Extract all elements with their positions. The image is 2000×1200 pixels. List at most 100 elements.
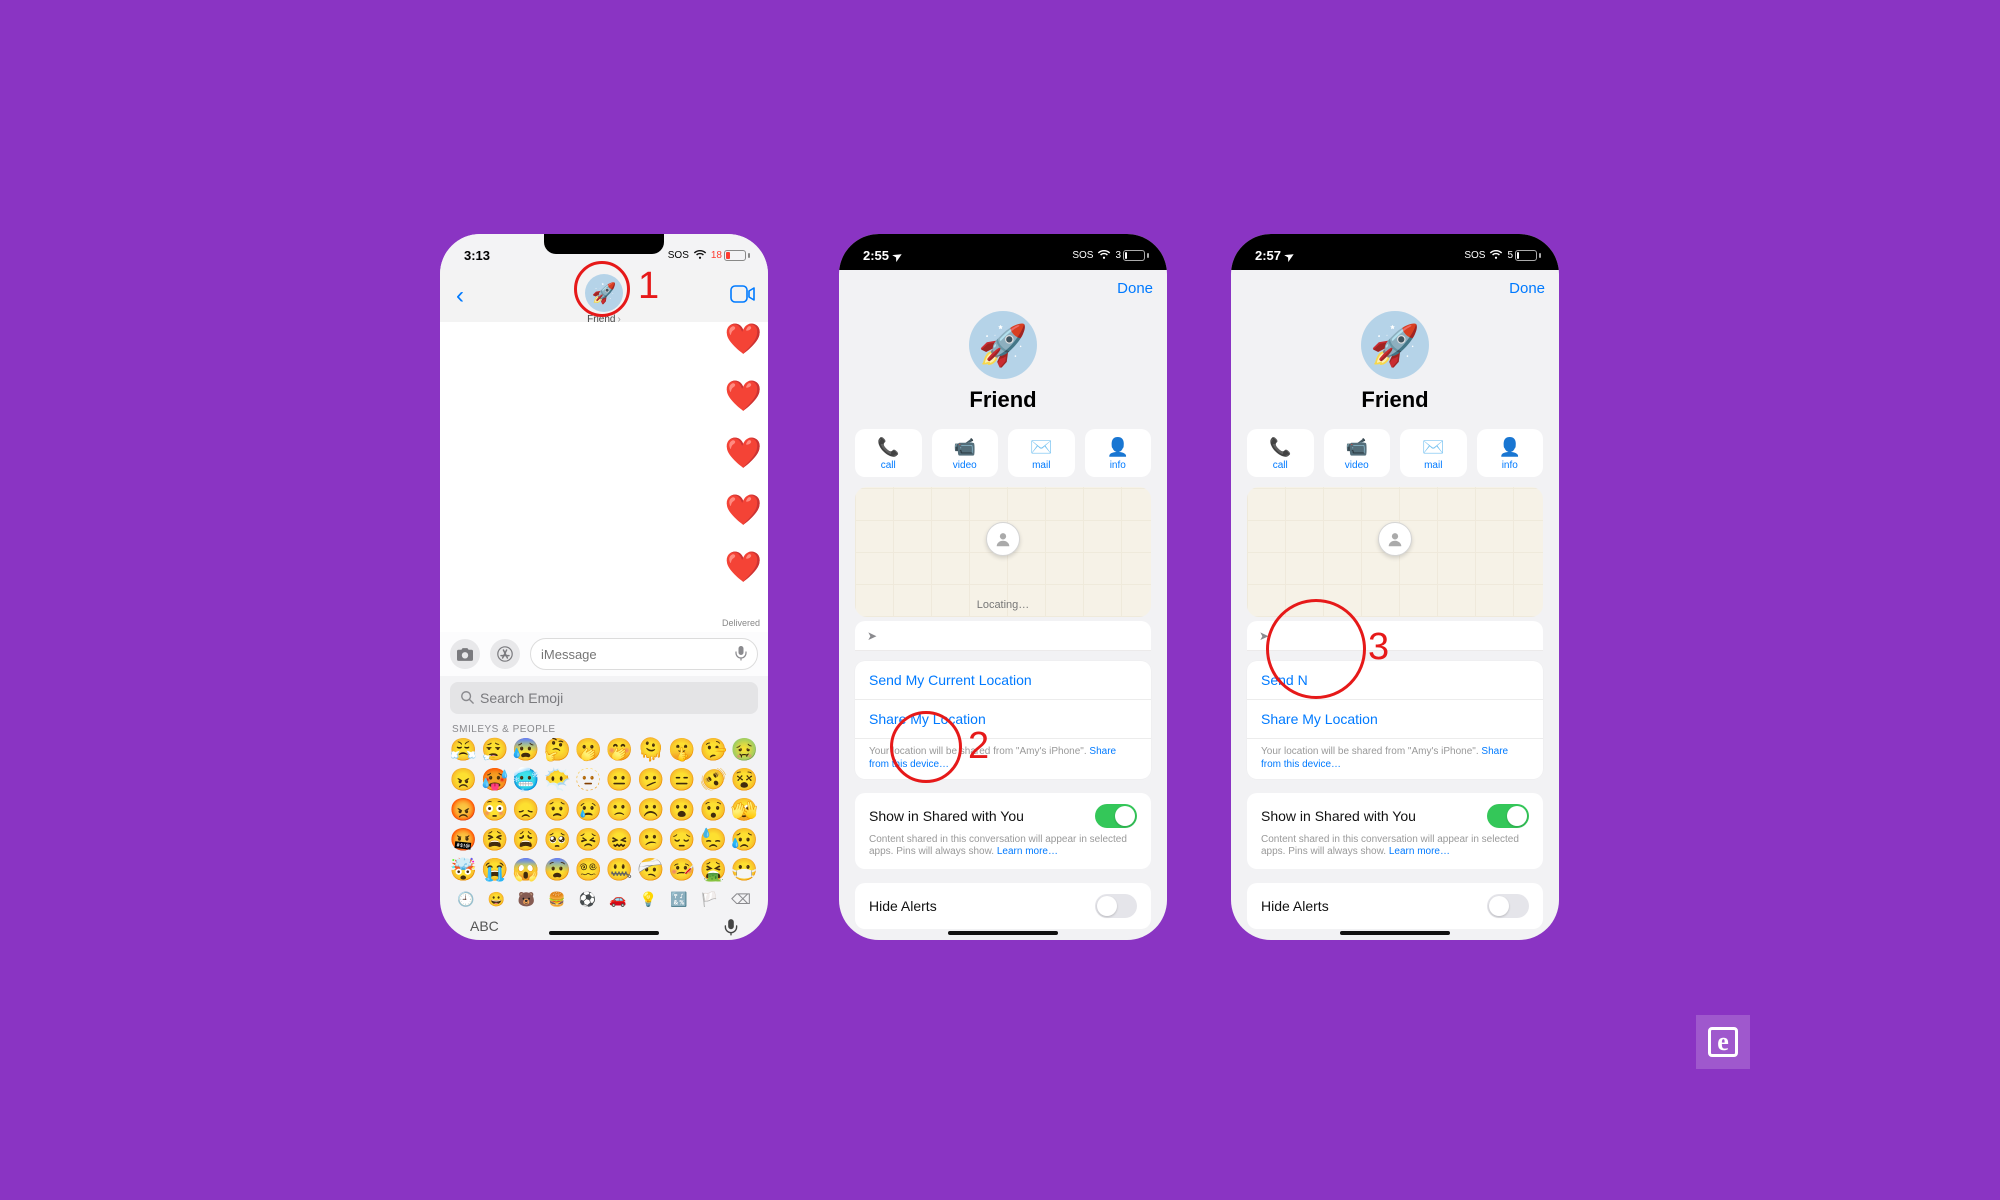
emoji-cell[interactable]: 🫣 xyxy=(729,797,760,823)
emoji-cell[interactable]: 😕 xyxy=(635,827,666,853)
emoji-search[interactable]: Search Emoji xyxy=(450,682,758,714)
emoji-cell[interactable]: 😣 xyxy=(573,827,604,853)
done-button[interactable]: Done xyxy=(1117,280,1153,297)
share-my-location-row[interactable]: Share My Location xyxy=(1247,700,1543,739)
travel-icon[interactable]: 🚗 xyxy=(609,891,626,908)
contact-avatar[interactable]: 🚀 xyxy=(1361,311,1429,379)
message-bubble[interactable]: ❤️ xyxy=(725,550,762,585)
show-shared-row[interactable]: Show in Shared with You Content shared i… xyxy=(855,793,1151,869)
emoji-cell[interactable]: 🫤 xyxy=(635,767,666,793)
message-bubble[interactable]: ❤️ xyxy=(725,493,762,528)
emoji-cell[interactable]: 🫨 xyxy=(698,767,729,793)
send-current-location-row[interactable]: Send N xyxy=(1247,661,1543,700)
emoji-cell[interactable]: 😯 xyxy=(698,797,729,823)
show-shared-row[interactable]: Show in Shared with You Content shared i… xyxy=(1247,793,1543,869)
emoji-cell[interactable]: 🤭 xyxy=(604,737,635,763)
app-store-icon[interactable] xyxy=(490,639,520,669)
message-thread[interactable]: ❤️ ❤️ ❤️ ❤️ ❤️ Delivered xyxy=(440,322,768,632)
info-button[interactable]: 👤info xyxy=(1477,429,1544,477)
activity-icon[interactable]: ⚽ xyxy=(579,891,596,908)
learn-more-link[interactable]: Learn more… xyxy=(997,846,1058,857)
location-map[interactable]: Locating… xyxy=(855,487,1151,617)
emoji-cell[interactable]: 😰 xyxy=(510,737,541,763)
emoji-cell[interactable]: 🤮 xyxy=(698,857,729,883)
emoji-cell[interactable]: 😓 xyxy=(698,827,729,853)
emoji-cell[interactable]: 🥵 xyxy=(479,767,510,793)
mail-button[interactable]: ✉️mail xyxy=(1400,429,1467,477)
emoji-cell[interactable]: 😑 xyxy=(666,767,697,793)
smileys-icon[interactable]: 😀 xyxy=(487,891,504,908)
food-icon[interactable]: 🍔 xyxy=(548,891,565,908)
emoji-cell[interactable]: 😟 xyxy=(542,797,573,823)
emoji-cell[interactable]: 🫢 xyxy=(573,737,604,763)
emoji-grid[interactable]: 😤😮‍💨😰🤔🫢🤭🫠🤫🤥🤢😠🥵🥶😶‍🌫️🫥😐🫤😑🫨😵😡😳😞😟😢🙁☹️😮😯🫣🤬😫😩🥺… xyxy=(440,737,768,883)
camera-icon[interactable] xyxy=(450,639,480,669)
video-button[interactable]: 📹video xyxy=(1324,429,1391,477)
emoji-cell[interactable]: 😷 xyxy=(729,857,760,883)
dictate-icon[interactable] xyxy=(735,645,747,664)
emoji-cell[interactable]: 😭 xyxy=(479,857,510,883)
emoji-cell[interactable]: 🙁 xyxy=(604,797,635,823)
emoji-cell[interactable]: 😨 xyxy=(542,857,573,883)
emoji-cell[interactable]: 😥 xyxy=(729,827,760,853)
show-shared-toggle[interactable] xyxy=(1095,804,1137,828)
home-indicator[interactable] xyxy=(549,931,659,935)
emoji-cell[interactable]: 😮 xyxy=(666,797,697,823)
emoji-cell[interactable]: 😔 xyxy=(666,827,697,853)
emoji-cell[interactable]: 😡 xyxy=(448,797,479,823)
back-button[interactable]: ‹ xyxy=(452,282,468,310)
emoji-cell[interactable]: 😩 xyxy=(510,827,541,853)
emoji-cell[interactable]: 🫥 xyxy=(573,767,604,793)
emoji-cell[interactable]: 😐 xyxy=(604,767,635,793)
hide-alerts-row[interactable]: Hide Alerts xyxy=(855,883,1151,929)
message-bubble[interactable]: ❤️ xyxy=(725,436,762,471)
emoji-cell[interactable]: 🤔 xyxy=(542,737,573,763)
animals-icon[interactable]: 🐻 xyxy=(518,891,535,908)
emoji-cell[interactable]: 🫠 xyxy=(635,737,666,763)
emoji-cell[interactable]: ☹️ xyxy=(635,797,666,823)
message-bubble[interactable]: ❤️ xyxy=(725,322,762,357)
contact-avatar[interactable]: 🚀 xyxy=(969,311,1037,379)
directions-row[interactable]: ➤ xyxy=(1247,621,1543,651)
emoji-cell[interactable]: 🤒 xyxy=(666,857,697,883)
recents-icon[interactable]: 🕘 xyxy=(457,891,474,908)
emoji-cell[interactable]: 😵 xyxy=(729,767,760,793)
hide-alerts-toggle[interactable] xyxy=(1487,894,1529,918)
emoji-cell[interactable]: 😳 xyxy=(479,797,510,823)
location-map[interactable]: Share for One Hour🕘 Share Until End of D… xyxy=(1247,487,1543,617)
emoji-cell[interactable]: 😖 xyxy=(604,827,635,853)
emoji-cell[interactable]: 🥶 xyxy=(510,767,541,793)
done-button[interactable]: Done xyxy=(1509,280,1545,297)
emoji-cell[interactable]: 😤 xyxy=(448,737,479,763)
emoji-cell[interactable]: 🥺 xyxy=(542,827,573,853)
call-button[interactable]: 📞call xyxy=(855,429,922,477)
hide-alerts-row[interactable]: Hide Alerts xyxy=(1247,883,1543,929)
keyboard-abc-button[interactable]: ABC xyxy=(470,918,499,940)
emoji-cell[interactable]: 🤬 xyxy=(448,827,479,853)
flags-icon[interactable]: 🏳️ xyxy=(701,891,718,908)
emoji-cell[interactable]: 😮‍💨 xyxy=(479,737,510,763)
info-button[interactable]: 👤info xyxy=(1085,429,1152,477)
home-indicator[interactable] xyxy=(1340,931,1450,935)
share-my-location-row[interactable]: Share My Location xyxy=(855,700,1151,739)
emoji-cell[interactable]: 😠 xyxy=(448,767,479,793)
contact-avatar[interactable]: 🚀 xyxy=(585,274,623,312)
emoji-cell[interactable]: 😶‍🌫️ xyxy=(542,767,573,793)
facetime-video-button[interactable] xyxy=(730,282,756,310)
show-shared-toggle[interactable] xyxy=(1487,804,1529,828)
delete-icon[interactable]: ⌫ xyxy=(731,891,751,908)
home-indicator[interactable] xyxy=(948,931,1058,935)
message-bubble[interactable]: ❤️ xyxy=(725,379,762,414)
message-input-field[interactable] xyxy=(541,647,735,662)
symbols-icon[interactable]: 🔣 xyxy=(670,891,687,908)
emoji-cell[interactable]: 🤢 xyxy=(729,737,760,763)
mail-button[interactable]: ✉️mail xyxy=(1008,429,1075,477)
emoji-cell[interactable]: 🤐 xyxy=(604,857,635,883)
emoji-cell[interactable]: 😫 xyxy=(479,827,510,853)
directions-row[interactable]: ➤ xyxy=(855,621,1151,651)
emoji-cell[interactable]: 😵‍💫 xyxy=(573,857,604,883)
emoji-cell[interactable]: 😢 xyxy=(573,797,604,823)
keyboard-dictate-icon[interactable] xyxy=(724,918,738,940)
emoji-cell[interactable]: 🤯 xyxy=(448,857,479,883)
emoji-cell[interactable]: 🤥 xyxy=(698,737,729,763)
